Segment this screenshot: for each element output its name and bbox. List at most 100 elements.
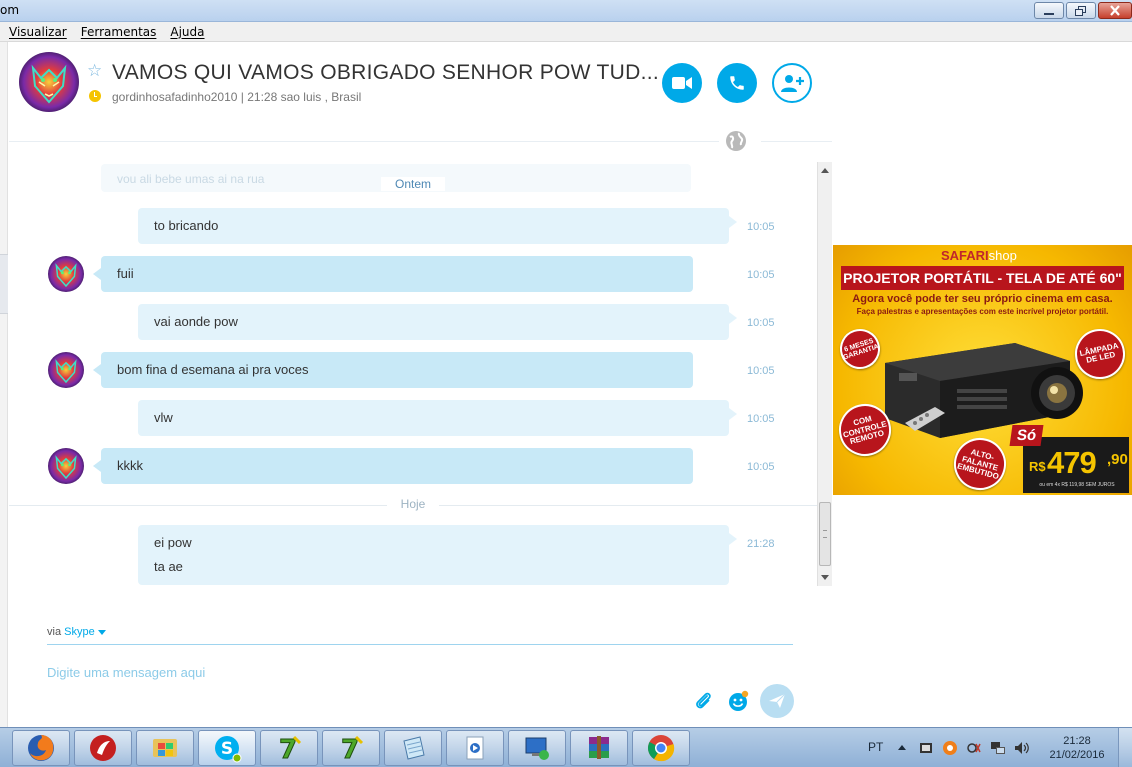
via-selector[interactable]: via Skype [47, 626, 106, 638]
remote-desktop-icon [525, 737, 549, 760]
sender-avatar[interactable] [48, 352, 84, 388]
taskbar: S 7 7 PT 21:28 21/02/2016 [0, 727, 1132, 767]
message-text: vlw [154, 410, 173, 425]
windows-explorer-icon [153, 739, 177, 757]
sender-avatar[interactable] [48, 448, 84, 484]
message-text: to bricando [154, 218, 219, 233]
outgoing-message[interactable]: vlw [138, 400, 737, 436]
taskbar-firefox[interactable] [12, 730, 70, 766]
sidebar-edge [0, 42, 8, 727]
taskbar-remote[interactable] [508, 730, 566, 766]
clock-time: 21:28 [1063, 735, 1091, 747]
message-text: ei pow [154, 535, 192, 550]
conversation-title[interactable]: VAMOS QUI VAMOS OBRIGADO SENHOR POW TUD.… [112, 61, 659, 85]
tray-usb-icon[interactable] [966, 740, 982, 756]
message-scrollbar[interactable] [817, 162, 832, 586]
tray-network-icon[interactable] [990, 740, 1006, 756]
incoming-message[interactable]: kkkk [93, 448, 693, 484]
ad-brand-logo: SAFARIshop [941, 248, 1017, 263]
add-contact-icon [781, 75, 804, 92]
taskbar-winrar[interactable] [570, 730, 628, 766]
conversation-header: ☆ VAMOS QUI VAMOS OBRIGADO SENHOR POW TU… [9, 42, 832, 142]
message-time: 10:05 [747, 413, 775, 425]
voice-call-button[interactable] [717, 63, 757, 103]
via-label: via [47, 626, 62, 638]
close-button[interactable] [1098, 2, 1132, 19]
incoming-message[interactable]: bom fina d esemana ai pra voces [93, 352, 693, 388]
tray-avast-icon[interactable] [942, 740, 958, 756]
scrollbar-thumb[interactable] [819, 502, 831, 566]
sender-avatar[interactable] [48, 256, 84, 292]
notepad-icon [403, 736, 425, 760]
message-time: 10:05 [747, 365, 775, 377]
svg-text:S: S [221, 739, 233, 759]
taskbar-notepad[interactable] [384, 730, 442, 766]
show-desktop-button[interactable] [1118, 728, 1132, 767]
chevron-down-icon[interactable] [97, 629, 106, 635]
divider [761, 141, 832, 142]
taskbar-chrome[interactable] [632, 730, 690, 766]
ad-subtagline: Faça palestras e apresentações com este … [856, 307, 1109, 316]
message-text: ta ae [154, 559, 183, 574]
minimize-icon [1044, 12, 1054, 15]
favorite-star-icon[interactable]: ☆ [87, 62, 102, 79]
firefox-icon [28, 735, 54, 761]
day-separator-today: Hoje [9, 497, 817, 515]
menu-visualizar[interactable]: Visualizar [9, 25, 67, 39]
scroll-down-arrow-icon[interactable] [821, 575, 829, 580]
emoticon-icon[interactable] [727, 690, 749, 712]
attachment-icon[interactable] [693, 690, 713, 712]
outgoing-message[interactable]: ei pow ta ae [138, 525, 737, 585]
taskbar-app-seven-2[interactable]: 7 [322, 730, 380, 766]
ad-price-prefix: Só [1009, 425, 1044, 446]
taskbar-media[interactable] [446, 730, 504, 766]
window-title: om [0, 3, 20, 17]
winrar-icon [589, 736, 609, 759]
ad-brand-name: SAFARI [941, 248, 989, 263]
ad-price-cents: ,90 [1107, 451, 1128, 468]
group-avatar[interactable] [19, 52, 79, 112]
show-hidden-icons-icon[interactable] [898, 745, 906, 750]
taskbar-app-red[interactable] [74, 730, 132, 766]
message-time: 10:05 [747, 221, 775, 233]
sidebar-selected-marker [0, 254, 8, 314]
advertisement-banner[interactable]: SAFARIshop PROJETOR PORTÁTIL - TELA DE A… [833, 245, 1132, 495]
menu-ajuda[interactable]: Ajuda [170, 25, 204, 39]
menu-ferramentas[interactable]: Ferramentas [81, 25, 157, 39]
via-service[interactable]: Skype [64, 626, 95, 638]
ad-price-box: Só R$ 479 ,90 ou em 4x R$ 119,98 SEM JUR… [1009, 425, 1129, 493]
scroll-up-arrow-icon[interactable] [821, 168, 829, 173]
ad-tagline: Agora você pode ter seu próprio cinema e… [852, 293, 1113, 305]
minimize-button[interactable] [1034, 2, 1064, 19]
message-text: bom fina d esemana ai pra voces [117, 362, 309, 377]
menu-bar: Visualizar Ferramentas Ajuda [0, 22, 1132, 42]
language-indicator[interactable]: PT [868, 740, 883, 754]
app-red-icon [90, 735, 116, 761]
system-tray: PT 21:28 21/02/2016 [860, 728, 1132, 767]
taskbar-app-seven-1[interactable]: 7 [260, 730, 318, 766]
outgoing-message[interactable]: vai aonde pow [138, 304, 737, 340]
compose-divider [47, 644, 793, 645]
divider [9, 141, 719, 142]
taskbar-skype[interactable]: S [198, 730, 256, 766]
add-people-button[interactable] [772, 63, 812, 103]
send-icon [769, 693, 786, 708]
taskbar-explorer[interactable] [136, 730, 194, 766]
system-clock[interactable]: 21:28 21/02/2016 [1044, 734, 1110, 762]
tray-volume-icon[interactable] [1014, 740, 1030, 756]
restore-button[interactable] [1066, 2, 1096, 19]
video-call-button[interactable] [662, 63, 702, 103]
tray-app-icon[interactable] [918, 740, 934, 756]
message-list[interactable]: vou ali bebe umas ai na rua Ontem to bri… [9, 162, 817, 586]
app-seven-icon: 7 [278, 735, 302, 763]
phone-icon [730, 76, 744, 90]
globe-icon[interactable] [725, 130, 747, 152]
conversation-subtitle: gordinhosafadinho2010 | 21:28 sao luis ,… [112, 90, 362, 104]
message-time: 10:05 [747, 269, 775, 281]
message-text: vai aonde pow [154, 314, 238, 329]
message-text: fuii [117, 266, 134, 281]
message-input[interactable] [47, 662, 667, 682]
send-button[interactable] [760, 684, 794, 718]
incoming-message[interactable]: fuii [93, 256, 693, 292]
outgoing-message[interactable]: to bricando [138, 208, 737, 244]
